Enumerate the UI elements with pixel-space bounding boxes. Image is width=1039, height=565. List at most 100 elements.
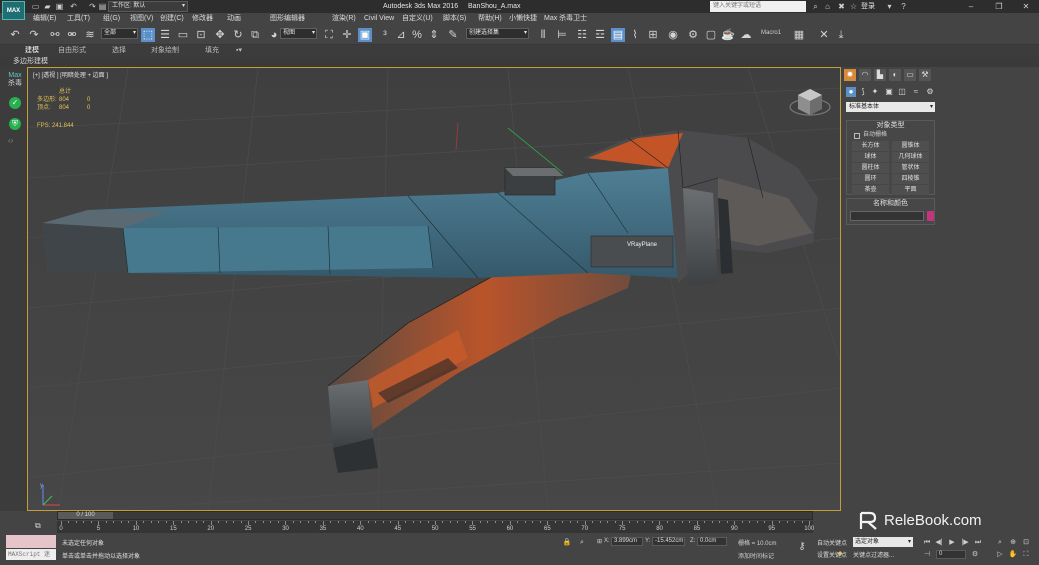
torus-button[interactable]: 圆环 (852, 174, 889, 184)
layer-explorer-icon[interactable]: ☷ (575, 28, 589, 42)
menu-animation[interactable]: 动画 (227, 13, 241, 25)
workspace-dropdown[interactable]: 工作区: 默认 ▾ (108, 1, 188, 12)
undo-icon[interactable]: ↶ (8, 28, 22, 42)
display-tab-icon[interactable]: ▭ (904, 69, 916, 81)
menu-modifiers[interactable]: 修改器 (192, 13, 213, 25)
geosphere-button[interactable]: 几何球体 (892, 152, 929, 162)
expand-arrows-icon[interactable]: ‹› (8, 136, 13, 145)
isolate-icon[interactable]: ⌕ (577, 538, 587, 547)
app-logo-button[interactable]: MAX (2, 1, 25, 20)
named-selection-dropdown[interactable]: 创建选择集 ▾ (466, 28, 529, 39)
favorites-icon[interactable]: ☆ (848, 1, 859, 12)
menu-graph-editors[interactable]: 图形编辑器 (270, 13, 305, 25)
x-coordinate-field[interactable]: 3.899cm (611, 537, 643, 546)
box-button[interactable]: 长方体 (852, 141, 889, 151)
z-coordinate-field[interactable]: 0.0cm (697, 537, 727, 546)
tab-object-paint[interactable]: 对象绘制 (151, 45, 179, 57)
play-icon[interactable]: ▶ (947, 538, 957, 547)
mirror-icon[interactable]: ⫴ (536, 28, 550, 42)
shield-check-icon[interactable]: ✓ (9, 97, 21, 109)
name-color-title[interactable]: 名称和颜色 (847, 199, 934, 209)
move-icon[interactable]: ✥ (213, 28, 227, 42)
space-warps-icon[interactable]: ≈ (911, 87, 921, 97)
close-x-icon[interactable]: ✕ (817, 28, 831, 42)
tab-freeform[interactable]: 自由形式 (58, 45, 86, 57)
cameras-icon[interactable]: ▣ (884, 87, 894, 97)
reference-coordinate-dropdown[interactable]: 视图 ▾ (280, 28, 317, 39)
unlink-icon[interactable]: ⚮ (65, 28, 79, 42)
maximize-viewport-icon[interactable]: ⛶ (1021, 550, 1031, 559)
percent-snap-icon[interactable]: % (410, 28, 424, 42)
time-slider-thumb[interactable]: 0 / 100 (58, 512, 113, 519)
pivot-center-icon[interactable]: ⛶ (322, 28, 336, 42)
key-mode-toggle-icon[interactable]: ⊣ (922, 550, 932, 559)
render-iterative-icon[interactable]: ☁ (739, 28, 753, 42)
download-icon[interactable]: ⤓ (834, 28, 848, 42)
schematic-view-icon[interactable]: ⊞ (646, 28, 660, 42)
go-to-end-icon[interactable]: ⏭ (973, 538, 983, 547)
undo-icon[interactable]: ↶ (69, 2, 78, 11)
zoom-extents-icon[interactable]: ⊡ (1021, 538, 1031, 547)
scale-icon[interactable]: ⧉ (248, 28, 262, 42)
previous-frame-icon[interactable]: ◀| (934, 538, 944, 547)
lights-icon[interactable]: ✦ (870, 87, 880, 97)
link-icon[interactable]: ⚯ (48, 28, 62, 42)
rectangular-selection-icon[interactable]: ▭ (176, 28, 190, 42)
transform-mode-icon[interactable]: ⊞ (597, 538, 602, 545)
systems-icon[interactable]: ⚙ (925, 87, 935, 97)
next-frame-icon[interactable]: |▶ (960, 538, 970, 547)
track-view-toggle-icon[interactable]: ⧉ (35, 521, 41, 531)
render-production-icon[interactable]: ☕ (721, 28, 735, 42)
rendered-frame-window-icon[interactable]: ▢ (704, 28, 718, 42)
subscription-icon[interactable]: ⌂ (822, 1, 833, 12)
cone-button[interactable]: 圆锥体 (892, 141, 929, 151)
autogrid-checkbox[interactable]: 自动栅格 (847, 131, 934, 140)
object-type-title[interactable]: 对象类型 (847, 121, 934, 131)
place-icon[interactable]: ◕ (267, 28, 281, 42)
select-manipulate-icon[interactable]: ✛ (340, 28, 354, 42)
menu-rendering[interactable]: 渲染(R) (332, 13, 356, 25)
tab-selection[interactable]: 选择 (112, 45, 126, 57)
lock-selection-icon[interactable]: 🔒 (562, 538, 572, 547)
menu-civil-view[interactable]: Civil View (364, 13, 394, 25)
help-icon[interactable]: ? (898, 1, 909, 12)
shield-icon[interactable]: ⛨ (9, 118, 21, 130)
rotate-icon[interactable]: ↻ (231, 28, 245, 42)
scene-explorer-icon[interactable]: ☲ (593, 28, 607, 42)
y-coordinate-field[interactable]: -15.452cm (652, 537, 685, 546)
search-input[interactable]: 键入关键字或短语 (710, 1, 806, 12)
cylinder-button[interactable]: 圆柱体 (852, 163, 889, 173)
field-of-view-icon[interactable]: ▷ (995, 550, 1005, 559)
restore-button[interactable]: ❐ (988, 0, 1010, 13)
viewport-label[interactable]: [+] [透视 ] [明暗处理 + 边面 ] (33, 70, 108, 79)
edit-named-selection-icon[interactable]: ✎ (446, 28, 460, 42)
perspective-viewport[interactable]: [+] [透视 ] [明暗处理 + 边面 ] 总计 多边形: 804 0 顶点: 80… (27, 67, 841, 511)
shapes-icon[interactable]: ⟆ (858, 87, 868, 97)
communication-icon[interactable]: ✖ (836, 1, 847, 12)
maxscript-input[interactable]: MAXScript 迷 (6, 549, 56, 560)
ribbon-toggle-icon[interactable]: ▤ (611, 28, 625, 42)
open-file-icon[interactable]: ▰ (43, 2, 52, 11)
angle-snap-icon[interactable]: ⊿ (394, 28, 408, 42)
modify-tab-icon[interactable]: ◠ (859, 69, 871, 81)
menu-help[interactable]: 帮助(H) (478, 13, 502, 25)
chevron-down-icon[interactable]: ▾ (884, 1, 895, 12)
tab-modeling[interactable]: 建模 (25, 45, 39, 57)
time-slider[interactable]: 0 / 100 (57, 511, 813, 520)
curve-editor-icon[interactable]: ⌇ (628, 28, 642, 42)
render-setup-icon[interactable]: ⚙ (686, 28, 700, 42)
object-color-swatch[interactable] (927, 211, 934, 221)
selection-filter-dropdown[interactable]: 全部 ▾ (101, 28, 138, 39)
teapot-button[interactable]: 茶壶 (852, 185, 889, 195)
go-to-start-icon[interactable]: ⏮ (922, 538, 932, 547)
bind-space-warp-icon[interactable]: ≋ (83, 28, 97, 42)
tube-button[interactable]: 管状体 (892, 163, 929, 173)
object-name-input[interactable] (850, 211, 924, 221)
sphere-button[interactable]: 球体 (852, 152, 889, 162)
geometry-icon[interactable]: ● (846, 87, 856, 97)
key-selection-dropdown[interactable]: 选定对象 ▾ (853, 537, 913, 547)
pyramid-button[interactable]: 四棱锥 (892, 174, 929, 184)
add-time-tag-button[interactable]: 添加时间标记 (738, 551, 774, 560)
tab-populate[interactable]: 填充 (205, 45, 219, 57)
macro-button-icon[interactable]: ▦ (792, 28, 806, 42)
